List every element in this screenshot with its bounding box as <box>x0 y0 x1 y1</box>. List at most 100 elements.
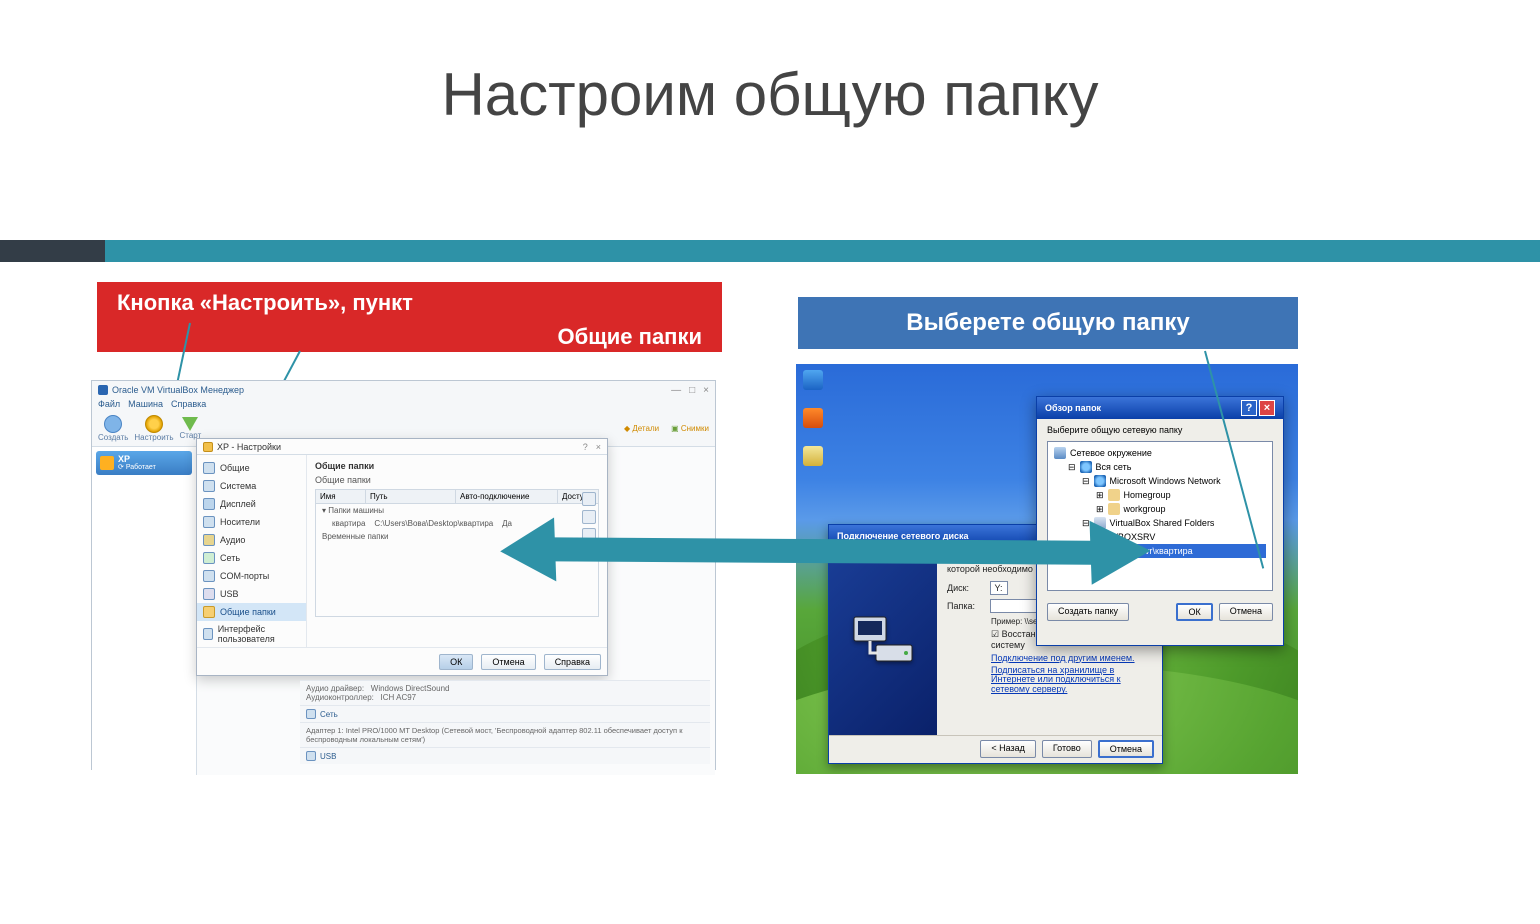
settings-help-icon[interactable]: ? <box>583 442 588 452</box>
table-row[interactable]: квартира C:\Users\Вова\Desktop\квартира … <box>316 517 598 530</box>
finish-button[interactable]: Готово <box>1042 740 1092 758</box>
menu-help[interactable]: Справка <box>171 399 206 409</box>
edit-folder-button[interactable] <box>582 510 596 524</box>
firefox-icon <box>803 408 823 428</box>
remove-folder-button[interactable] <box>582 528 596 542</box>
minimize-icon[interactable]: — <box>671 385 681 396</box>
toolbutton-start[interactable]: Старт <box>180 417 202 440</box>
virtualbox-menubar: Файл Машина Справка <box>92 399 715 411</box>
desktop-icon-doc[interactable] <box>802 446 824 468</box>
settings-subheading: Общие папки <box>315 475 599 485</box>
system-icon <box>203 480 215 492</box>
browse-close-icon[interactable]: × <box>1259 400 1275 416</box>
browse-cancel-button[interactable]: Отмена <box>1219 603 1273 621</box>
wizard-cancel-button[interactable]: Отмена <box>1098 740 1154 758</box>
callout-left-line2: Общие папки <box>117 324 702 350</box>
tab-details[interactable]: ◆ Детали <box>624 424 659 433</box>
menu-file[interactable]: Файл <box>98 399 120 409</box>
xp-desktop-screenshot: Подключение сетевого диска Укажите букву… <box>796 364 1298 774</box>
sidebar-item-audio[interactable]: Аудио <box>197 531 306 549</box>
network-places-icon <box>1054 447 1066 459</box>
host-icon <box>1096 531 1108 543</box>
sidebar-item-ui[interactable]: Интерфейс пользователя <box>197 621 306 647</box>
close-icon[interactable]: × <box>703 385 709 396</box>
machine-detail-panel: Аудио драйвер: Windows DirectSoundАудиок… <box>300 680 710 764</box>
help-button[interactable]: Справка <box>544 654 601 670</box>
maximize-icon[interactable]: □ <box>689 385 695 396</box>
browse-folder-dialog: Обзор папок ? × Выберите общую сетевую п… <box>1036 396 1284 646</box>
machine-list: XP ⟳ Работает <box>92 447 197 775</box>
tree-selected-item[interactable]: \\Vboxsvr\квартира <box>1096 544 1266 558</box>
display-icon <box>203 498 215 510</box>
col-auto: Авто-подключение <box>456 490 558 503</box>
usb-icon <box>203 588 215 600</box>
back-button[interactable]: < Назад <box>980 740 1036 758</box>
add-folder-button[interactable] <box>582 492 596 506</box>
drive-select[interactable]: Y: <box>990 581 1008 595</box>
audio-icon <box>203 534 215 546</box>
settings-title-icon <box>203 442 213 452</box>
group-icon <box>1108 489 1120 501</box>
start-arrow-icon <box>182 417 198 431</box>
globe-icon <box>1080 461 1092 473</box>
shared-folders-table: Имя Путь Авто-подключение Доступ ▾ Папки… <box>315 489 599 617</box>
wizard-side-graphic <box>829 547 937 735</box>
network-icon <box>203 552 215 564</box>
callout-left: Кнопка «Настроить», пункт Общие папки <box>97 282 722 352</box>
callout-left-line1: Кнопка «Настроить», пункт <box>117 290 702 316</box>
virtualbox-title-text: Oracle VM VirtualBox Менеджер <box>112 385 244 395</box>
sidebar-item-network[interactable]: Сеть <box>197 549 306 567</box>
browse-titlebar: Обзор папок ? × <box>1037 397 1283 419</box>
msnet-icon <box>1094 475 1106 487</box>
share-icon <box>1099 545 1111 557</box>
net-section-icon <box>306 709 316 719</box>
sidebar-item-display[interactable]: Дисплей <box>197 495 306 513</box>
title-accent-bar <box>0 240 1540 262</box>
document-icon <box>803 446 823 466</box>
slide-title: Настроим общую папку <box>0 60 1540 129</box>
wizard-footer: < Назад Готово Отмена <box>829 735 1162 762</box>
browse-help-icon[interactable]: ? <box>1241 400 1257 416</box>
com-icon <box>203 570 215 582</box>
other-user-link[interactable]: Подключение под другим именем. <box>991 653 1152 663</box>
desktop-icon-ie[interactable] <box>802 370 824 392</box>
machine-item-xp[interactable]: XP ⟳ Работает <box>96 451 192 475</box>
group-icon <box>1108 503 1120 515</box>
col-name: Имя <box>316 490 366 503</box>
folder-tree[interactable]: Сетевое окружение ⊟ Вся сеть ⊟ Microsoft… <box>1047 441 1273 591</box>
browse-prompt: Выберите общую сетевую папку <box>1047 425 1273 435</box>
toolbutton-create[interactable]: Создать <box>98 415 128 442</box>
ok-button[interactable]: ОК <box>439 654 473 670</box>
toolbutton-settings[interactable]: Настроить <box>134 415 173 442</box>
plus-icon <box>104 415 122 433</box>
settings-footer: ОК Отмена Справка <box>197 647 607 676</box>
signup-link[interactable]: Подписаться на хранилище в Интернете или… <box>991 666 1152 696</box>
sidebar-item-system[interactable]: Система <box>197 477 306 495</box>
folder-label: Папка: <box>947 601 987 611</box>
tab-snapshots[interactable]: ▣ Снимки <box>671 424 709 433</box>
cancel-button[interactable]: Отмена <box>481 654 535 670</box>
usb-section-icon <box>306 751 316 761</box>
settings-main: Общие папки Общие папки Имя Путь Авто-по… <box>307 455 607 647</box>
desktop-icon-ff[interactable] <box>802 408 824 430</box>
sidebar-item-usb[interactable]: USB <box>197 585 306 603</box>
menu-machine[interactable]: Машина <box>128 399 163 409</box>
network-drive-icon <box>848 611 918 671</box>
general-icon <box>203 462 215 474</box>
ie-icon <box>803 370 823 390</box>
drive-label: Диск: <box>947 583 987 593</box>
sidebar-item-com[interactable]: COM-порты <box>197 567 306 585</box>
callout-right: Выберете общую папку <box>798 297 1298 349</box>
table-group-machine: ▾ Папки машины <box>316 504 598 517</box>
settings-close-icon[interactable]: × <box>596 442 601 452</box>
new-folder-button[interactable]: Создать папку <box>1047 603 1129 621</box>
sidebar-item-shared-folders[interactable]: Общие папки <box>197 603 306 621</box>
table-group-temp: Временные папки <box>316 530 598 543</box>
vbshare-icon <box>1094 517 1106 529</box>
window-controls: — □ × <box>671 385 709 396</box>
gear-icon <box>145 415 163 433</box>
col-path: Путь <box>366 490 456 503</box>
sidebar-item-storage[interactable]: Носители <box>197 513 306 531</box>
sidebar-item-general[interactable]: Общие <box>197 459 306 477</box>
browse-ok-button[interactable]: ОК <box>1176 603 1212 621</box>
